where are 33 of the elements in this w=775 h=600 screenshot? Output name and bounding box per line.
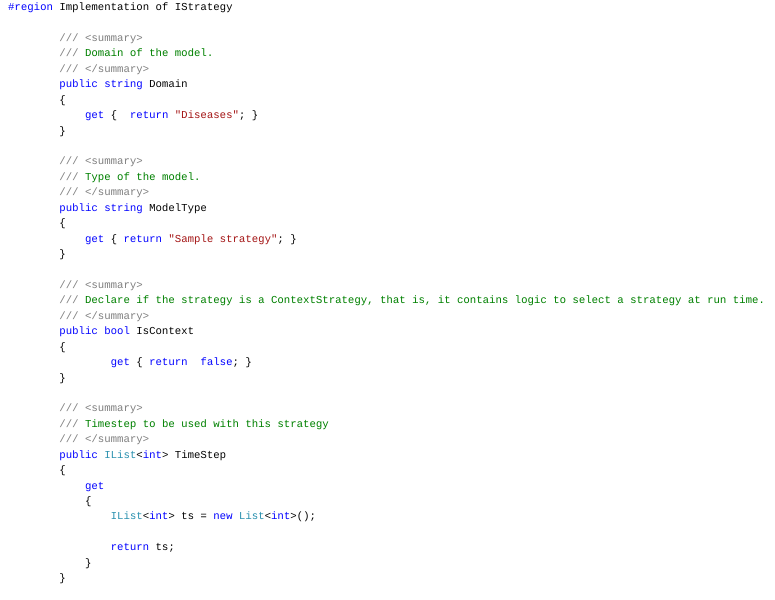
code-line: public string Domain: [58, 78, 188, 94]
code-line: get: [84, 480, 104, 495]
code-line: #region Implementation of IStrategy: [8, 1, 232, 16]
code-line: /// </summary>: [58, 433, 150, 448]
code-line: {: [58, 340, 66, 356]
code-line: {: [58, 217, 66, 232]
code-line: get { return "Diseases"; }: [84, 109, 258, 124]
code-line: {: [58, 464, 66, 480]
code-line: /// </summary>: [58, 186, 150, 202]
code-line: /// </summary>: [58, 310, 150, 325]
code-line: /// <summary>: [58, 278, 143, 294]
code-line: public IList<int> TimeStep: [58, 448, 226, 464]
code-line: }: [58, 124, 66, 140]
code-line: /// <summary>: [58, 402, 143, 418]
code-line: public string ModelType: [58, 202, 207, 217]
code-line: {: [84, 495, 92, 510]
code-line: get { return false; }: [110, 356, 252, 372]
code-line: /// </summary>: [58, 62, 150, 78]
code-line: public bool IsContext: [58, 325, 194, 340]
code-line: /// <summary>: [58, 32, 143, 47]
code-line: /// Domain of the model.: [58, 47, 214, 62]
code-line: {: [58, 94, 66, 109]
code-line: }: [58, 572, 66, 588]
code-line: }: [58, 248, 66, 263]
code-line: }: [58, 372, 66, 386]
code-line: /// <summary>: [58, 155, 143, 170]
code-line: }: [84, 556, 92, 572]
code-line: /// Timestep to be used with this strategy: [58, 418, 329, 433]
code-line: get { return "Sample strategy"; }: [84, 232, 297, 248]
code-line: IList<int> ts = new List<int>();: [110, 510, 316, 526]
code-line: /// Type of the model.: [58, 170, 200, 186]
code-line: return ts;: [110, 541, 175, 556]
code-line: /// Declare if the strategy is a ContextStrategy, that is, it contains logic to select a strategy at run time.: [58, 294, 765, 310]
